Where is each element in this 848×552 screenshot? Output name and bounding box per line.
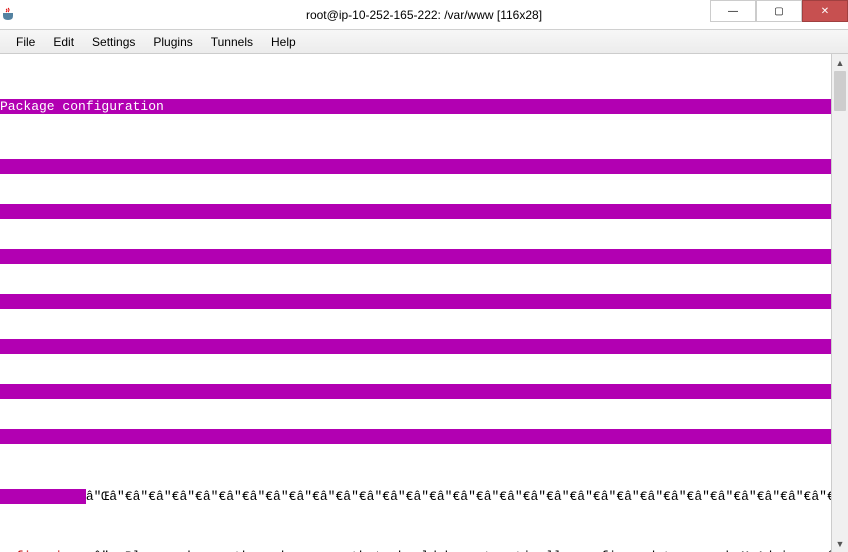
scroll-up-button[interactable]: ▲: [832, 54, 848, 71]
terminal-bg: [0, 204, 831, 219]
scrollbar[interactable]: ▲ ▼: [831, 54, 848, 552]
menu-help[interactable]: Help: [263, 33, 304, 51]
minimize-icon: —: [728, 6, 738, 17]
dialog-border-top: â"Œâ"€â"€â"€â"€â"€â"€â"€â"€â"€â"€â"€â"€â…: [86, 489, 831, 504]
title-bar: root@ip-10-252-165-222: /var/www [116x28…: [0, 0, 848, 30]
terminal-wrap: Package configuration â"Œâ"€â"€â"€â"€â"€…: [0, 54, 848, 552]
terminal-bg: [0, 384, 831, 399]
menu-settings[interactable]: Settings: [84, 33, 143, 51]
chevron-down-icon: ▼: [836, 539, 845, 549]
terminal-bg: [0, 339, 831, 354]
close-icon: ✕: [821, 6, 829, 17]
menu-tunnels[interactable]: Tunnels: [203, 33, 261, 51]
maximize-icon: ▢: [774, 6, 783, 17]
scroll-thumb[interactable]: [834, 71, 846, 111]
maximize-button[interactable]: ▢: [756, 0, 802, 22]
scroll-down-button[interactable]: ▼: [832, 535, 848, 552]
terminal-bg: [0, 429, 831, 444]
java-icon: [0, 7, 16, 23]
terminal-bg: [0, 159, 831, 174]
menu-edit[interactable]: Edit: [45, 33, 82, 51]
close-button[interactable]: ✕: [802, 0, 848, 22]
terminal-bg: [0, 249, 831, 264]
terminal[interactable]: Package configuration â"Œâ"€â"€â"€â"€â"€…: [0, 54, 831, 552]
minimize-button[interactable]: —: [710, 0, 756, 22]
menu-bar: File Edit Settings Plugins Tunnels Help: [0, 30, 848, 54]
terminal-bg: [0, 294, 831, 309]
menu-plugins[interactable]: Plugins: [145, 33, 200, 51]
package-config-header: Package configuration: [0, 99, 831, 114]
chevron-up-icon: ▲: [836, 58, 845, 68]
menu-file[interactable]: File: [8, 33, 43, 51]
terminal-bg: [0, 489, 86, 504]
window-controls: — ▢ ✕: [710, 0, 848, 29]
